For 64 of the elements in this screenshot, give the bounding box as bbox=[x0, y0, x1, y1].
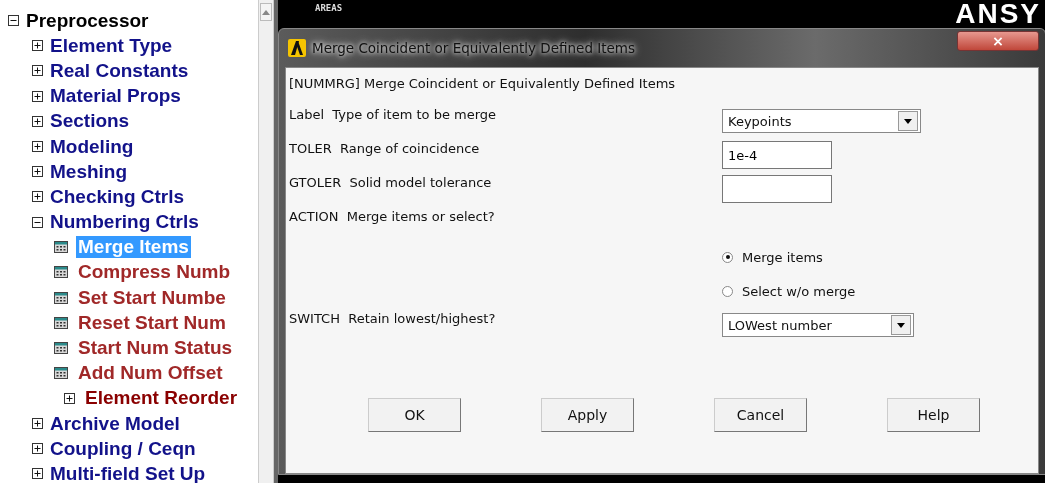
calculator-icon bbox=[54, 367, 68, 380]
close-icon bbox=[993, 36, 1003, 46]
tree-item[interactable]: Set Start Numbe bbox=[76, 286, 228, 309]
tree-item[interactable]: Modeling bbox=[50, 135, 134, 158]
tree-item[interactable]: Element Type bbox=[50, 34, 173, 57]
calculator-icon bbox=[54, 342, 68, 355]
tree-item[interactable]: Reset Start Num bbox=[76, 311, 228, 334]
field-label: Label Type of item to be merge bbox=[289, 106, 498, 122]
tree-item[interactable]: Preprocessor bbox=[26, 9, 149, 32]
expand-icon[interactable] bbox=[32, 90, 43, 102]
tree-item[interactable]: Material Props bbox=[50, 85, 181, 108]
tree-item[interactable]: Add Num Offset bbox=[76, 362, 225, 385]
tree-item[interactable]: Meshing bbox=[50, 160, 128, 183]
expand-icon[interactable] bbox=[32, 65, 43, 77]
input-field[interactable]: 1e-4 bbox=[722, 141, 832, 169]
tree-item[interactable]: Checking Ctrls bbox=[50, 185, 185, 208]
calculator-icon bbox=[54, 241, 68, 254]
collapse-icon[interactable] bbox=[8, 15, 19, 27]
calculator-icon bbox=[54, 266, 68, 279]
expand-icon[interactable] bbox=[32, 115, 43, 127]
dropdown[interactable]: LOWest number bbox=[722, 313, 914, 337]
dialog-heading: [NUMMRG] Merge Coincident or Equivalently Defined Items bbox=[289, 76, 677, 93]
radio-option[interactable]: Merge items bbox=[722, 249, 823, 265]
tree-item[interactable]: Multi-field Set Up bbox=[50, 462, 206, 483]
tree-item[interactable]: Start Num Status bbox=[76, 337, 235, 360]
scroll-up-button[interactable] bbox=[260, 3, 272, 21]
dialog-button[interactable]: Cancel bbox=[714, 398, 807, 432]
tree-item[interactable]: Numbering Ctrls bbox=[50, 211, 199, 234]
tree-item[interactable]: Coupling / Ceqn bbox=[50, 437, 196, 460]
graphics-label: AREAS bbox=[315, 3, 343, 13]
expand-icon[interactable] bbox=[32, 191, 43, 203]
field-label: TOLER Range of coincidence bbox=[289, 140, 481, 156]
expand-icon[interactable] bbox=[32, 141, 43, 153]
field-label: ACTION Merge items or select? bbox=[289, 208, 496, 224]
tree-item[interactable]: Compress Numb bbox=[76, 261, 233, 284]
expand-icon[interactable] bbox=[64, 392, 75, 404]
field-label: GTOLER Solid model tolerance bbox=[289, 174, 493, 190]
calculator-icon bbox=[54, 316, 68, 329]
caret-icon bbox=[897, 322, 905, 328]
dialog-button[interactable]: Apply bbox=[541, 398, 634, 432]
caret-icon bbox=[904, 118, 912, 124]
radio-option[interactable]: Select w/o merge bbox=[722, 283, 856, 299]
dialog-button[interactable]: Help bbox=[887, 398, 980, 432]
dialog-title: Merge Coincident or Equivalently Defined Items bbox=[312, 40, 635, 56]
logo-text: ANSY bbox=[955, 0, 1041, 30]
input-field[interactable] bbox=[722, 175, 832, 203]
dialog-button[interactable]: OK bbox=[368, 398, 461, 432]
tree-item[interactable]: Archive Model bbox=[50, 412, 180, 435]
expand-icon[interactable] bbox=[32, 166, 43, 178]
app-icon bbox=[288, 39, 306, 57]
dropdown[interactable]: Keypoints bbox=[722, 109, 921, 133]
close-button[interactable] bbox=[957, 31, 1039, 51]
tree-item[interactable]: Sections bbox=[50, 110, 130, 133]
expand-icon[interactable] bbox=[32, 418, 43, 430]
field-label: SWITCH Retain lowest/highest? bbox=[289, 310, 497, 326]
tree-item[interactable]: Real Constants bbox=[50, 59, 189, 82]
expand-icon[interactable] bbox=[32, 468, 43, 480]
expand-icon[interactable] bbox=[32, 40, 43, 52]
scrollbar[interactable] bbox=[258, 0, 274, 483]
collapse-icon[interactable] bbox=[32, 216, 43, 228]
calculator-icon bbox=[54, 291, 68, 304]
expand-icon[interactable] bbox=[32, 443, 43, 455]
up-arrow-icon bbox=[262, 9, 270, 15]
tree-item[interactable]: Element Reorder bbox=[83, 387, 240, 410]
